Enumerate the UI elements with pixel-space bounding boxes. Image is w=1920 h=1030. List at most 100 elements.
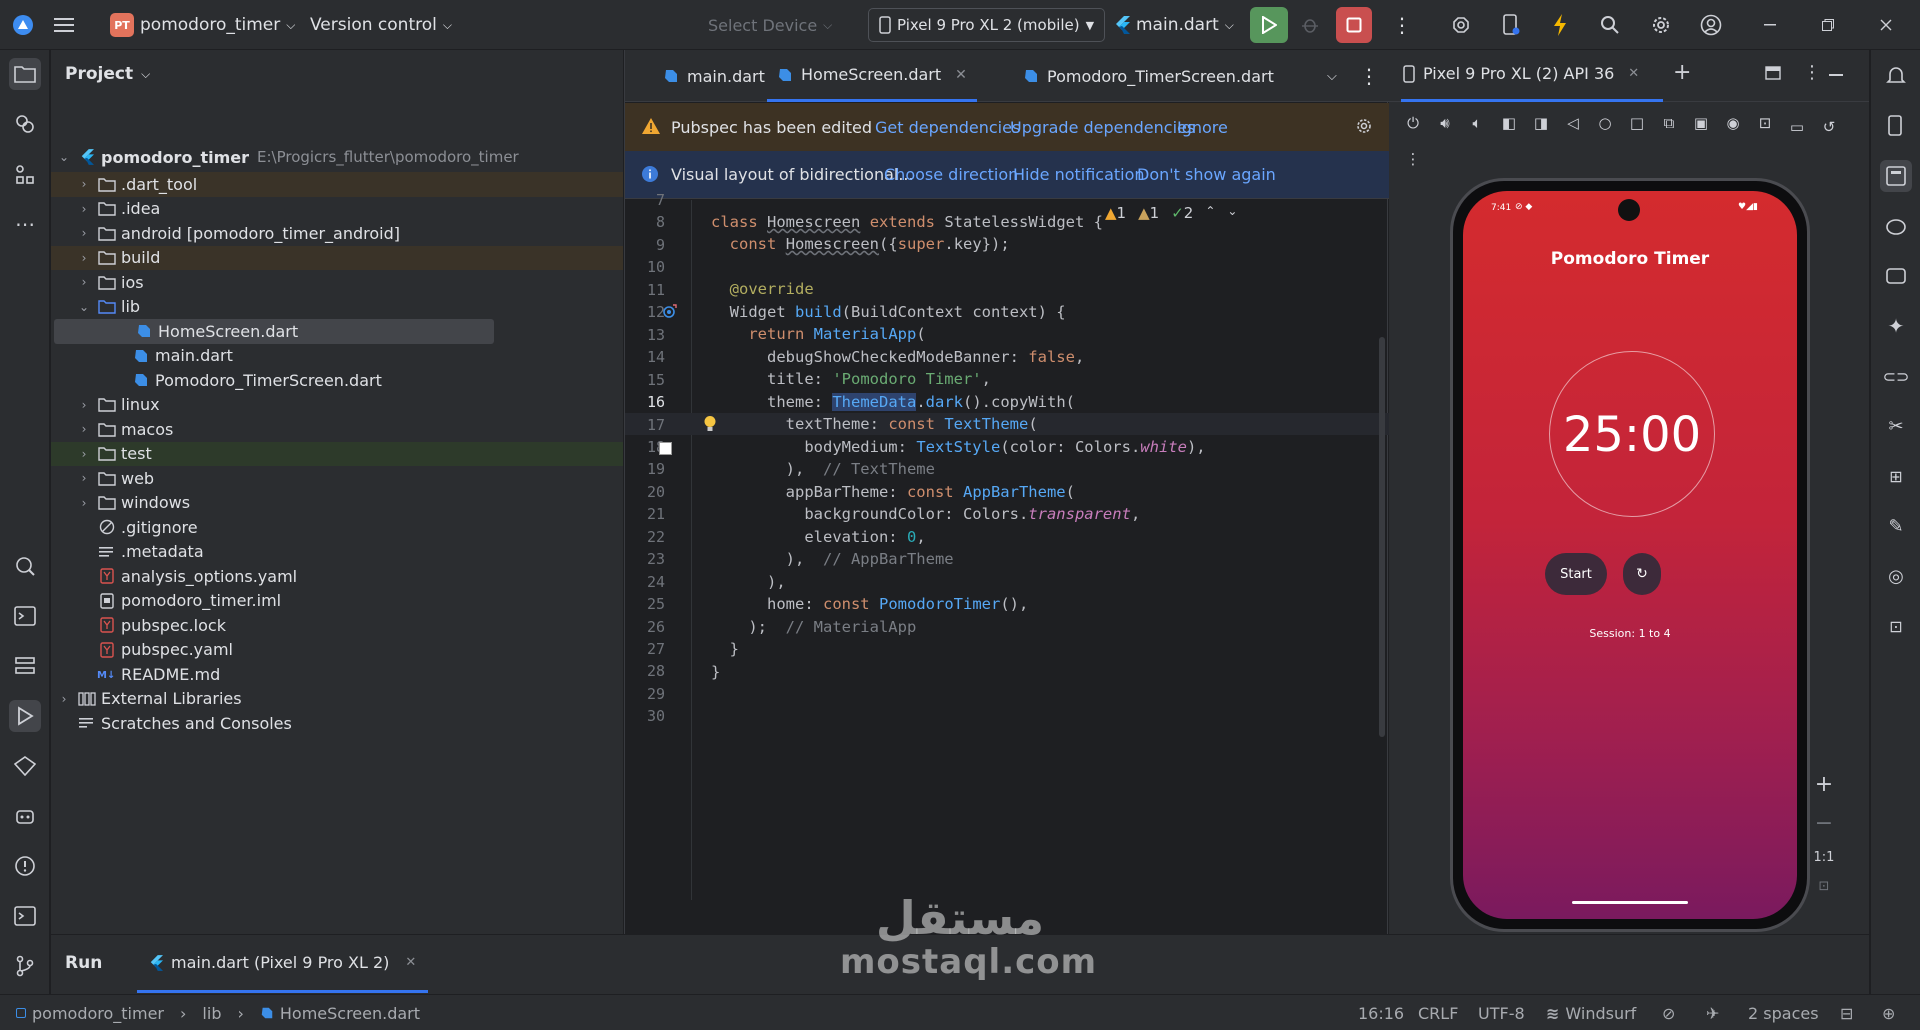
tree-item[interactable]: › build (51, 245, 623, 271)
zoom-in-icon[interactable]: + (1815, 772, 1833, 797)
settings-gear-icon[interactable] (1650, 0, 1672, 50)
services-icon[interactable] (9, 650, 41, 682)
tree-item[interactable]: › web (51, 466, 623, 491)
device-manager-icon[interactable] (1502, 0, 1520, 50)
breadcrumb-lib[interactable]: lib (202, 1004, 221, 1023)
profiler-icon[interactable]: ◎ (1880, 560, 1912, 592)
layout-inspector-icon[interactable]: ⊞ (1880, 460, 1912, 492)
plugin-icon[interactable] (1450, 0, 1472, 50)
tree-item[interactable]: › test (51, 441, 623, 467)
add-device-icon[interactable]: + (1673, 60, 1691, 85)
caret-position[interactable]: 16:16 (1358, 995, 1404, 1030)
breadcrumb-file[interactable]: HomeScreen.dart (280, 1004, 420, 1023)
upgrade-dependencies-link[interactable]: Upgrade dependencies (1010, 118, 1195, 137)
reset-button[interactable]: ↻ (1623, 553, 1661, 595)
restore-window-icon[interactable] (1822, 0, 1834, 50)
resource-manager-icon[interactable] (9, 108, 41, 140)
extended-controls-icon[interactable]: ⊡ (1749, 114, 1781, 142)
tree-item[interactable]: › .idea (51, 197, 623, 222)
project-panel-title[interactable]: Project ⌵ (65, 64, 150, 84)
toolbar-more-icon[interactable]: ⋮ (1397, 150, 1429, 174)
indent-setting[interactable]: 2 spaces (1748, 995, 1819, 1030)
update-icon[interactable]: ⊕ (1882, 995, 1895, 1030)
project-selector[interactable]: PT pomodoro_timer ⌵ (110, 0, 295, 50)
tree-item[interactable]: HomeScreen.dart (54, 319, 494, 344)
tab-more-icon[interactable]: ⋮ (1359, 50, 1379, 102)
console-icon[interactable] (9, 900, 41, 932)
chevron-down-icon[interactable]: ⌄ (57, 150, 71, 164)
hide-panel-icon[interactable] (1829, 74, 1843, 76)
gemini-icon[interactable] (9, 750, 41, 782)
chevron-right-icon[interactable]: › (77, 226, 91, 240)
chevron-down-icon[interactable]: ⌄ (77, 300, 91, 314)
tab-list-chevron-icon[interactable]: ⌵ (1327, 50, 1337, 102)
device-selector[interactable]: Pixel 9 Pro XL 2 (mobile) ▼ (868, 8, 1106, 42)
line-separator[interactable]: CRLF (1418, 995, 1458, 1030)
flutter-outline-icon[interactable] (1880, 260, 1912, 292)
tree-item[interactable]: › .dart_tool (51, 172, 623, 197)
stop-button[interactable] (1336, 7, 1372, 43)
run-config-selector[interactable]: main.dart ⌵ (1114, 0, 1234, 50)
tree-item[interactable]: › linux (51, 393, 623, 418)
rotate-left-icon[interactable]: ◧ (1493, 114, 1525, 142)
run-tab[interactable]: main.dart (Pixel 9 Pro XL 2) ✕ (137, 935, 429, 993)
tree-item[interactable]: › ios (51, 270, 623, 295)
chevron-right-icon[interactable]: › (77, 398, 91, 412)
tree-item[interactable]: Scratches and Consoles (51, 711, 623, 736)
read-only-icon[interactable]: ⊟ (1840, 995, 1853, 1030)
device-explorer-icon[interactable] (1880, 110, 1912, 142)
ignore-link[interactable]: Ignore (1177, 118, 1228, 137)
back-icon[interactable]: ◁ (1557, 114, 1589, 142)
chevron-up-icon[interactable]: ⌃ (1205, 204, 1215, 222)
run-tool-icon[interactable] (9, 700, 41, 732)
code-area[interactable]: 7 8 9 10 11 12 13 14 15 16 17 18 19 20 21 22 23 24 25 26 27 2… (625, 191, 1389, 900)
close-tab-icon[interactable]: ✕ (955, 67, 967, 83)
volume-down-icon[interactable]: 🔈︎ (1461, 114, 1493, 142)
power-icon[interactable]: ⏻ (1397, 114, 1429, 142)
tab-homescreen-dart[interactable]: HomeScreen.dart ✕ (767, 50, 977, 102)
dont-show-again-link[interactable]: Don't show again (1137, 165, 1276, 184)
chevron-right-icon[interactable]: › (57, 692, 71, 706)
editor-scrollbar[interactable] (1379, 337, 1385, 737)
screenshot-icon[interactable]: ⧉ (1653, 114, 1685, 142)
start-button[interactable]: Start (1545, 553, 1607, 595)
emulator-tab[interactable]: Pixel 9 Pro XL (2) API 36 ✕ (1403, 64, 1639, 83)
app-logo[interactable] (12, 0, 34, 50)
gradle-icon[interactable] (1880, 210, 1912, 242)
chevron-right-icon[interactable]: › (77, 202, 91, 216)
chevron-right-icon[interactable]: › (77, 251, 91, 265)
project-tool-icon[interactable] (9, 58, 41, 90)
more-actions-icon[interactable]: ⋮ (1392, 0, 1412, 50)
select-device-menu[interactable]: Select Device ⌵ (708, 0, 832, 50)
tree-item[interactable]: .metadata (51, 540, 623, 565)
reset-icon[interactable]: ↺ (1813, 118, 1845, 142)
device-screen[interactable]: 7:41 ⊘ ◆ ♥◢▮ Pomodoro Timer 25:00 Start … (1463, 191, 1797, 919)
flutter-inspector-icon[interactable] (9, 550, 41, 582)
volume-up-icon[interactable]: 🔊︎ (1429, 114, 1461, 142)
tree-item[interactable]: › External Libraries (51, 687, 623, 712)
gesture-bar[interactable] (1572, 901, 1688, 904)
tree-item[interactable]: › windows (51, 491, 623, 516)
tree-item[interactable]: main.dart (51, 344, 623, 369)
close-tab-icon[interactable]: ✕ (405, 955, 416, 970)
app-quality-icon[interactable] (9, 800, 41, 832)
tree-item[interactable]: M↓ README.md (51, 662, 623, 687)
notifications-icon[interactable] (1880, 60, 1912, 92)
chevron-right-icon[interactable]: › (77, 275, 91, 289)
window-layout-icon[interactable] (1765, 66, 1781, 80)
tab-pomodoro-timerscreen-dart[interactable]: Pomodoro_TimerScreen.dart (1023, 50, 1274, 102)
tree-item[interactable]: ⌄ lib (51, 295, 623, 320)
debug-icon[interactable] (1300, 0, 1320, 50)
ai-assistant-icon[interactable]: ✦ (1880, 310, 1912, 342)
edit-icon[interactable]: ✎ (1880, 510, 1912, 542)
tab-main-dart[interactable]: main.dart (663, 50, 765, 102)
terminal-icon[interactable] (9, 600, 41, 632)
panel-more-icon[interactable]: ⋮ (1803, 62, 1821, 83)
problems-icon[interactable] (9, 850, 41, 882)
git-icon[interactable] (9, 950, 41, 982)
chevron-down-icon[interactable]: ⌄ (1227, 204, 1237, 222)
tree-item[interactable]: Pomodoro_TimerScreen.dart (51, 368, 623, 393)
hot-reload-icon[interactable] (1552, 0, 1568, 50)
tree-item[interactable]: .gitignore (51, 515, 623, 540)
run-button[interactable] (1250, 7, 1288, 43)
